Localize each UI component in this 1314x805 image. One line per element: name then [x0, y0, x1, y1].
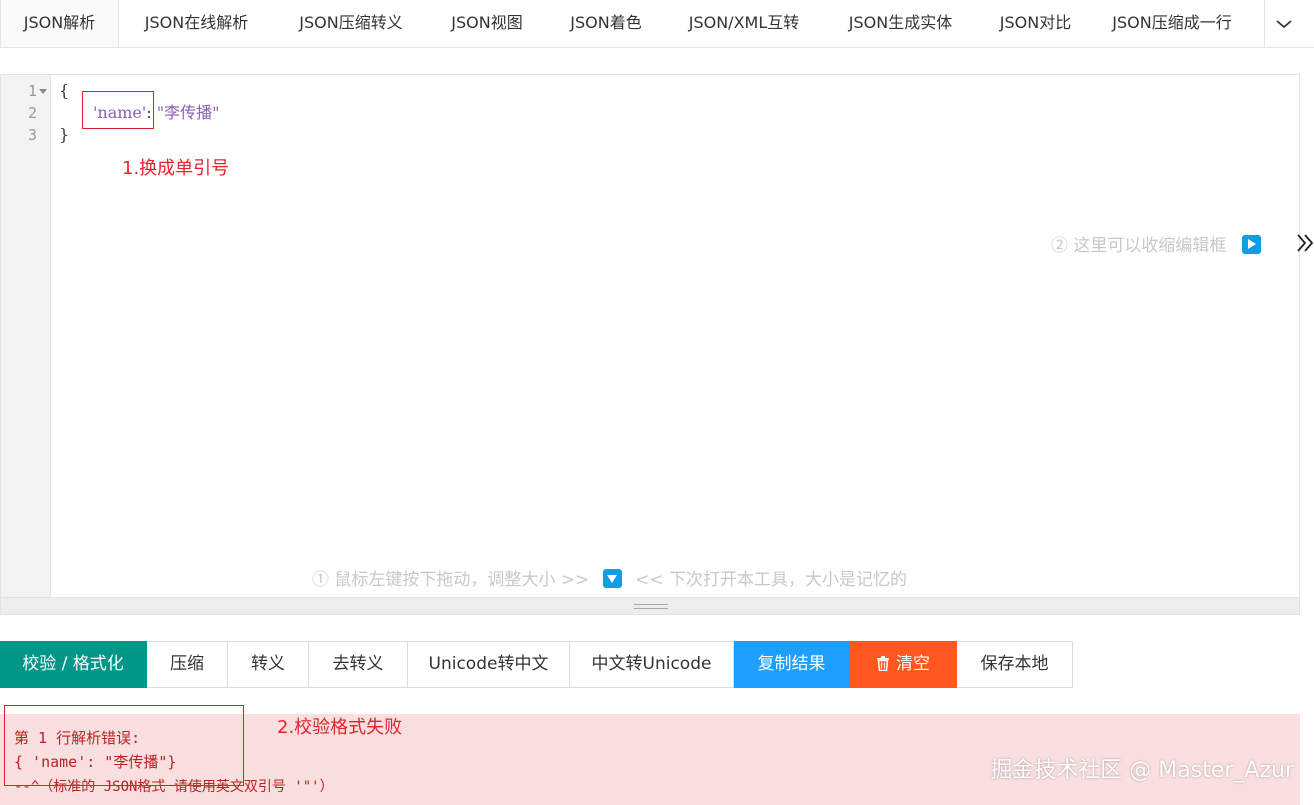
- tab-json-xml-convert[interactable]: JSON/XML互转: [666, 0, 822, 47]
- tab-json-entity[interactable]: JSON生成实体: [822, 0, 979, 47]
- tab-json-compare[interactable]: JSON对比: [979, 0, 1092, 47]
- line-number: 2: [27, 104, 37, 122]
- collapse-hint: ② 这里可以收缩编辑框: [1051, 231, 1261, 256]
- code-line-1: {: [59, 81, 70, 100]
- annotation-note-1: 1.换成单引号: [122, 158, 230, 179]
- compress-button[interactable]: 压缩: [147, 641, 228, 688]
- line-number: 3: [27, 126, 37, 144]
- tab-list: JSON解析 JSON在线解析 JSON压缩转义 JSON视图 JSON着色 J…: [0, 0, 1246, 47]
- fold-arrow-icon[interactable]: [39, 89, 47, 94]
- resize-hint-left: ① 鼠标左键按下拖动，调整大小 >>: [312, 570, 590, 590]
- code-line-3: }: [59, 125, 70, 144]
- annotation-box-error: [4, 705, 244, 786]
- line-number: 1: [27, 82, 37, 100]
- watermark-text: 掘金技术社区 @ Master_Azur: [990, 758, 1294, 783]
- grip-icon: [634, 604, 668, 609]
- annotation-note-2: 2.校验格式失败: [277, 717, 403, 738]
- tab-json-view[interactable]: JSON视图: [428, 0, 546, 47]
- resize-hint: ① 鼠标左键按下拖动，调整大小 >> << 下次打开本工具，大小是记忆的: [312, 565, 907, 590]
- json-value: "李传播": [156, 103, 220, 122]
- chevron-down-icon: [1275, 20, 1292, 29]
- trash-icon: [877, 656, 889, 671]
- line-number-gutter: 1 2 3: [1, 75, 51, 597]
- validate-format-button[interactable]: 校验 / 格式化: [0, 641, 147, 688]
- escape-button[interactable]: 转义: [228, 641, 309, 688]
- unescape-button[interactable]: 去转义: [309, 641, 408, 688]
- copy-result-button[interactable]: 复制结果: [734, 641, 850, 688]
- annotation-box-key: [82, 91, 154, 129]
- tab-json-parse[interactable]: JSON解析: [0, 0, 119, 47]
- tab-json-one-line[interactable]: JSON压缩成一行: [1092, 0, 1246, 47]
- collapse-chevron-icon[interactable]: [1296, 232, 1314, 254]
- tab-json-online-parse[interactable]: JSON在线解析: [119, 0, 274, 47]
- tab-json-compress-escape[interactable]: JSON压缩转义: [274, 0, 428, 47]
- play-down-icon[interactable]: [602, 569, 622, 588]
- tab-json-color[interactable]: JSON着色: [546, 0, 666, 47]
- chinese-to-unicode-button[interactable]: 中文转Unicode: [570, 641, 734, 688]
- resize-hint-right: << 下次打开本工具，大小是记忆的: [635, 570, 908, 590]
- play-right-icon[interactable]: [1241, 235, 1261, 254]
- action-toolbar: 校验 / 格式化 压缩 转义 去转义 Unicode转中文 中文转Unicode…: [0, 641, 1073, 688]
- clear-button[interactable]: 清空: [850, 641, 957, 688]
- collapse-hint-text: ② 这里可以收缩编辑框: [1051, 236, 1227, 256]
- more-tabs-button[interactable]: [1264, 0, 1302, 47]
- resize-handle[interactable]: [1, 597, 1299, 614]
- clear-label: 清空: [896, 654, 930, 674]
- unicode-to-chinese-button[interactable]: Unicode转中文: [408, 641, 570, 688]
- tool-tab-bar: JSON解析 JSON在线解析 JSON压缩转义 JSON视图 JSON着色 J…: [0, 0, 1314, 48]
- save-local-button[interactable]: 保存本地: [957, 641, 1073, 688]
